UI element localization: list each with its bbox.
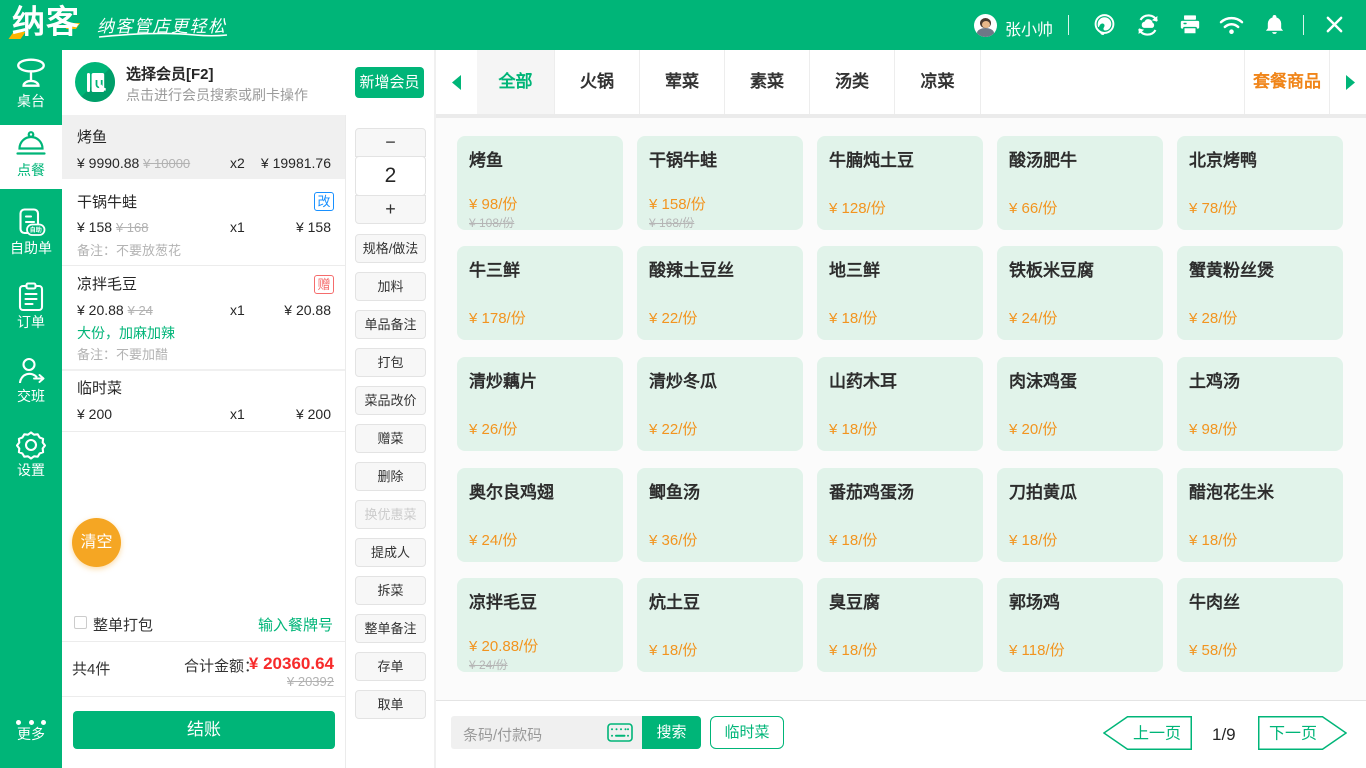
svg-text:下一页: 下一页	[1269, 726, 1317, 743]
svg-text:上一页: 上一页	[1133, 725, 1181, 743]
svg-text:自助: 自助	[30, 226, 42, 234]
